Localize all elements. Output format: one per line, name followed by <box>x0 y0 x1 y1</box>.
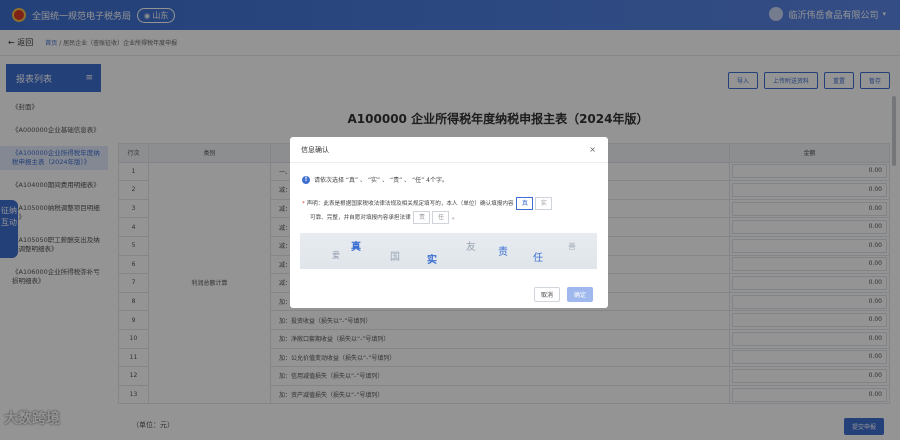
captcha-char[interactable]: 责 <box>498 243 508 258</box>
captcha-char[interactable]: 友 <box>466 238 476 253</box>
captcha-char[interactable]: 真 <box>351 238 361 253</box>
dialog-title: 信息确认 <box>290 137 608 163</box>
tip-text: 请依次选择 “真” 、 “实” 、 “责” 、 “任” 4个字。 <box>314 177 448 184</box>
captcha-char[interactable]: 善 <box>568 241 576 252</box>
confirm-dialog: 信息确认 × ! 请依次选择 “真” 、 “实” 、 “责” 、 “任” 4个字… <box>290 137 608 308</box>
captcha-char[interactable]: 任 <box>533 249 543 264</box>
captcha-char[interactable]: 爱 <box>332 250 340 261</box>
confirm-button[interactable]: 确定 <box>567 287 594 302</box>
captcha-area[interactable]: 爱 真 国 实 友 责 任 善 <box>300 233 597 269</box>
char-slot[interactable]: 责 <box>413 211 431 224</box>
cancel-button[interactable]: 取消 <box>534 287 561 302</box>
dialog-tip: ! 请依次选择 “真” 、 “实” 、 “责” 、 “任” 4个字。 <box>302 175 448 184</box>
info-icon: ! <box>302 175 310 184</box>
close-icon[interactable]: × <box>589 145 596 154</box>
declaration: * 声明：此表是根据国家税收法律法规及相关规定填写的，本人（单位）确认填报内容 … <box>302 195 602 227</box>
declaration-line2: 可靠、完整，并自愿对填报内容承担法律 <box>310 215 411 221</box>
captcha-char[interactable]: 实 <box>427 251 437 266</box>
char-slot[interactable]: 实 <box>535 197 553 210</box>
captcha-char[interactable]: 国 <box>390 248 400 263</box>
char-slot[interactable]: 真 <box>516 197 534 210</box>
char-slot[interactable]: 任 <box>432 211 450 224</box>
declaration-line1: 声明：此表是根据国家税收法律法规及相关规定填写的，本人（单位）确认填报内容 <box>306 201 514 207</box>
